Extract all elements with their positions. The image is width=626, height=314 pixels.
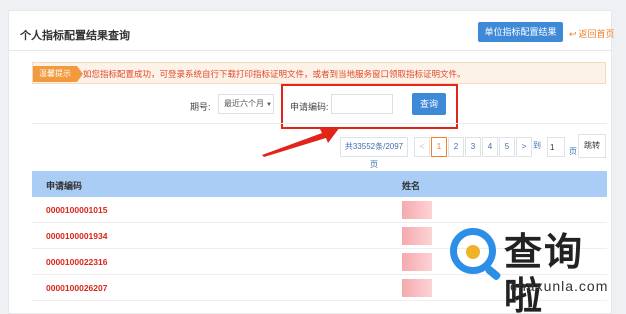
- pager-goto-label: 到: [533, 141, 541, 150]
- logo-dot: [466, 245, 480, 259]
- pager-goto-input[interactable]: [547, 137, 565, 157]
- period-select[interactable]: 最近六个月 ▼: [218, 94, 274, 114]
- back-home-link[interactable]: ↩ 返回首页: [569, 27, 615, 40]
- cell-name-redacted: [402, 227, 432, 245]
- header-divider: [9, 50, 612, 51]
- pager-total: 共33552条/2097页: [340, 137, 408, 169]
- pager-page-4[interactable]: 4: [482, 137, 498, 157]
- back-home-label: 返回首页: [578, 29, 615, 39]
- notice-text: 如您指标配置成功，可登录系统自行下载打印指标证明文件，或者到当地服务窗口领取指标…: [83, 69, 466, 79]
- pager-prev-button[interactable]: <: [414, 137, 430, 157]
- cell-code: 0000100026207: [46, 283, 108, 293]
- column-header-code: 申请编码: [46, 181, 83, 191]
- cell-name-redacted: [402, 279, 432, 297]
- period-select-value: 最近六个月: [224, 99, 264, 108]
- cell-code: 0000100001934: [46, 231, 108, 241]
- table-row: 0000100001015: [32, 197, 607, 223]
- cell-code: 0000100022316: [46, 257, 108, 267]
- watermark-title: 查询啦: [504, 230, 585, 314]
- magnifier-logo-icon: [450, 228, 496, 274]
- page-title: 个人指标配置结果查询: [20, 30, 130, 42]
- cell-name-redacted: [402, 253, 432, 271]
- column-header-name: 姓名: [402, 181, 421, 191]
- pager-page-2[interactable]: 2: [448, 137, 464, 157]
- pager-jump-button[interactable]: 跳转: [578, 134, 606, 158]
- undo-icon: ↩: [569, 29, 577, 39]
- unit-result-button[interactable]: 单位指标配置结果: [478, 22, 563, 42]
- caret-down-icon: ▼: [266, 102, 272, 108]
- pager-page-5[interactable]: 5: [499, 137, 515, 157]
- pager-page-3[interactable]: 3: [465, 137, 481, 157]
- period-label: 期号:: [190, 102, 211, 112]
- cell-name-redacted: [402, 201, 432, 219]
- annotation-arrow-icon: [262, 127, 340, 157]
- pager-page-suffix: 页: [569, 147, 577, 156]
- pager-page-1[interactable]: 1: [431, 137, 447, 157]
- table-header: 申请编码 姓名: [32, 171, 607, 197]
- watermark-url: chaxunla.com: [510, 278, 609, 294]
- notice-tag: 温馨提示: [33, 66, 83, 82]
- watermark: 查询啦 chaxunla.com: [450, 228, 620, 314]
- notice-bar: 温馨提示 如您指标配置成功，可登录系统自行下载打印指标证明文件，或者到当地服务窗…: [32, 62, 606, 84]
- cell-code: 0000100001015: [46, 205, 108, 215]
- pager-next-button[interactable]: >: [516, 137, 532, 157]
